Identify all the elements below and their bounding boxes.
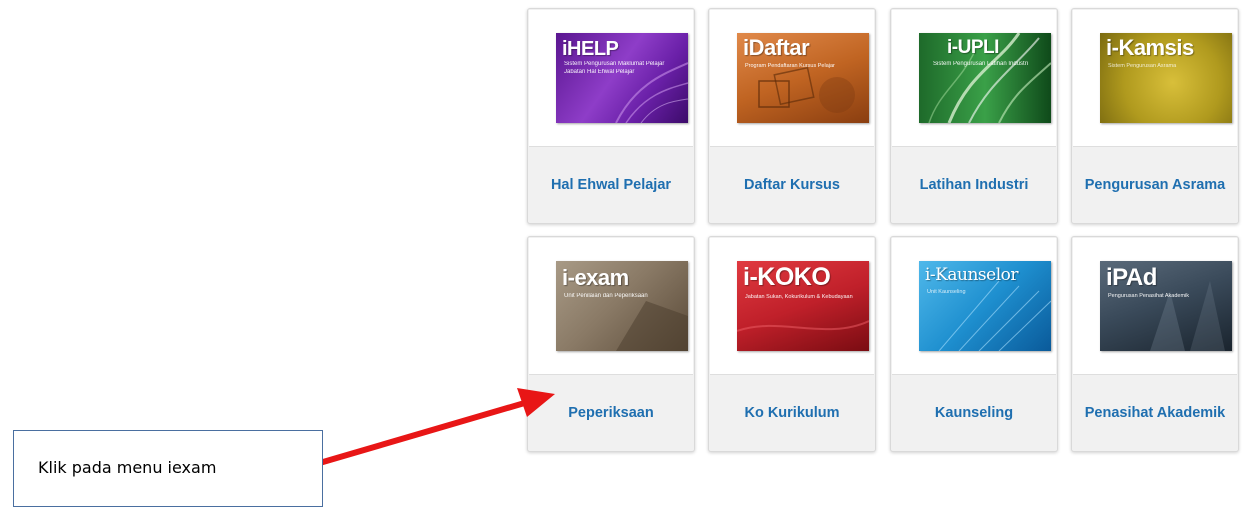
instruction-callout: Klik pada menu iexam [13, 430, 323, 507]
callout-text: Klik pada menu iexam [38, 458, 217, 477]
